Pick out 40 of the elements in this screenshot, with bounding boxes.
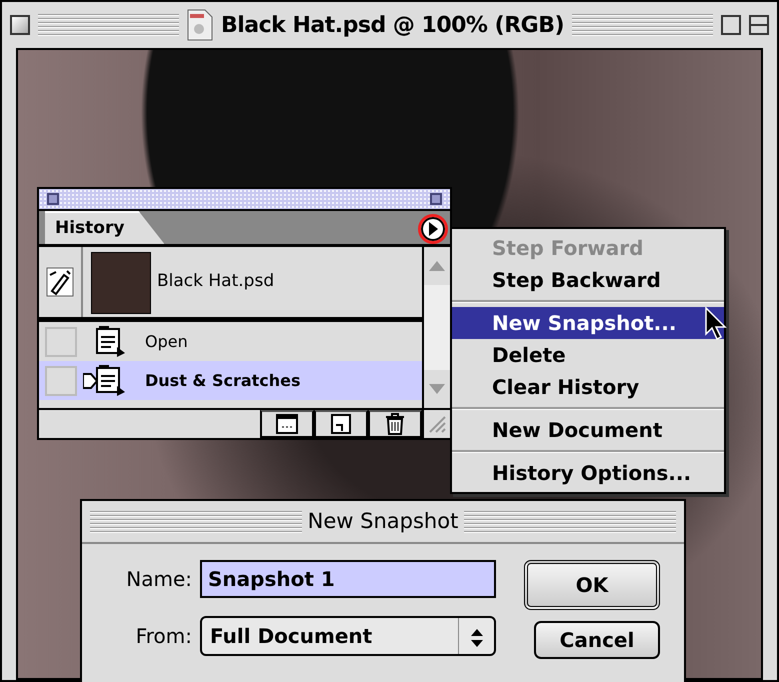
title-bar-stripes[interactable] [90, 510, 302, 532]
from-dropdown[interactable]: Full Document [200, 616, 496, 656]
history-state-name: Dust & Scratches [145, 370, 301, 392]
history-brush-icon[interactable] [46, 267, 74, 297]
palette-collapse-box[interactable] [430, 193, 442, 205]
window-icon [276, 414, 298, 434]
title-bar-stripes[interactable] [464, 510, 676, 532]
name-field[interactable]: Snapshot 1 [200, 560, 496, 598]
snapshot-row[interactable]: Black Hat.psd [39, 247, 422, 322]
history-state-row[interactable]: Open [39, 322, 422, 361]
snapshot-name: Black Hat.psd [157, 270, 274, 294]
menu-item[interactable]: Step Backward [452, 264, 724, 296]
delete-button[interactable] [368, 410, 422, 438]
zoom-box[interactable] [721, 15, 741, 35]
trash-icon [385, 413, 405, 435]
dialog-title: New Snapshot [308, 508, 458, 535]
field-label: From: [134, 623, 193, 650]
palette-tab[interactable]: History [45, 210, 164, 244]
new-document-button[interactable] [260, 410, 314, 438]
menu-item[interactable]: Clear History [452, 371, 724, 403]
close-box[interactable] [10, 15, 30, 35]
dialog-button[interactable]: OK [524, 560, 660, 610]
palette-close-box[interactable] [47, 193, 59, 205]
field-label: Name: [125, 566, 193, 593]
palette-menu-button[interactable] [418, 214, 448, 244]
menu-item[interactable]: Delete [452, 339, 724, 371]
new-snapshot-button[interactable] [314, 410, 368, 438]
history-state-name: Open [145, 330, 188, 352]
title-bar-stripes[interactable] [38, 14, 179, 36]
history-state-row[interactable]: Dust & Scratches [39, 361, 422, 400]
document-icon [186, 9, 213, 41]
dialog-button[interactable]: Cancel [534, 621, 660, 659]
window-title: Black Hat.psd @ 100% (RGB) [220, 12, 564, 40]
snapshot-icon [331, 414, 351, 434]
menu-item[interactable]: History Options... [452, 457, 724, 489]
title-bar-stripes[interactable] [572, 14, 713, 36]
menu-item[interactable]: New Snapshot... [452, 307, 724, 339]
collapse-box[interactable] [749, 15, 769, 35]
menu-item[interactable]: New Document [452, 414, 724, 446]
triangle-icon [428, 222, 438, 236]
